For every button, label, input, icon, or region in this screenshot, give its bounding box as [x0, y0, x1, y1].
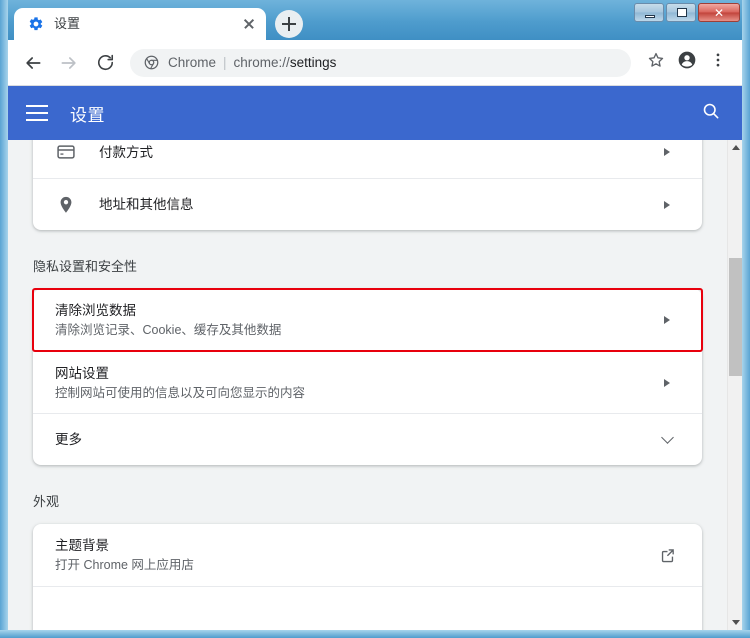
avatar-icon: [677, 50, 697, 75]
window-frame-left: [0, 0, 8, 638]
hamburger-menu-icon[interactable]: [26, 105, 48, 121]
chrome-icon: [144, 55, 159, 70]
window-controls: ✕: [634, 3, 740, 22]
row-title: 更多: [55, 432, 82, 447]
location-pin-icon: [55, 195, 77, 215]
maximize-button[interactable]: [666, 3, 696, 22]
omnibox-url-prefix: chrome://: [233, 55, 290, 70]
chevron-down-icon[interactable]: [654, 430, 680, 444]
omnibox-chip-label: Chrome: [168, 55, 217, 70]
triangle-down-icon: [731, 620, 740, 625]
chrome-menu-button[interactable]: [704, 49, 732, 77]
arrow-left-icon: [23, 53, 43, 73]
reload-button[interactable]: [90, 48, 120, 78]
omnibox-separator: |: [223, 55, 227, 70]
chevron-right-icon[interactable]: [654, 200, 680, 209]
omnibox-url: chrome://settings: [234, 55, 337, 70]
browser-toolbar: Chrome | chrome://settings: [8, 40, 742, 86]
window-frame-bottom: [0, 630, 750, 638]
star-icon: [647, 51, 665, 74]
omnibox-url-emphasis: settings: [289, 55, 337, 70]
settings-row-payment-methods[interactable]: 付款方式: [33, 140, 702, 178]
reload-icon: [96, 53, 115, 72]
gear-icon: [28, 16, 44, 32]
chevron-right-icon[interactable]: [654, 378, 680, 387]
search-icon: [701, 101, 721, 126]
privacy-card: 清除浏览数据 清除浏览记录、Cookie、缓存及其他数据 网站设置 控制网站可使…: [32, 288, 703, 465]
chevron-right-icon[interactable]: [654, 148, 680, 156]
credit-card-icon: [55, 142, 77, 162]
vertical-scrollbar[interactable]: [727, 140, 742, 630]
autofill-card: 付款方式 地址和其他信息: [33, 140, 702, 230]
appearance-card: 主题背景 打开 Chrome 网上应用店: [33, 524, 702, 630]
row-title: 付款方式: [99, 144, 153, 160]
close-icon: ✕: [713, 5, 725, 20]
row-text: 付款方式: [99, 143, 654, 162]
triangle-up-icon: [731, 145, 740, 150]
minimize-button[interactable]: [634, 3, 664, 22]
bookmark-button[interactable]: [642, 49, 670, 77]
section-heading-appearance: 外观: [33, 494, 60, 509]
row-text: 更多: [55, 430, 654, 449]
profile-button[interactable]: [673, 49, 701, 77]
settings-row-themes[interactable]: 主题背景 打开 Chrome 网上应用店: [33, 524, 702, 586]
row-subtitle: 清除浏览记录、Cookie、缓存及其他数据: [55, 323, 282, 337]
row-title: 网站设置: [55, 365, 109, 381]
row-text: 地址和其他信息: [99, 195, 654, 214]
forward-button[interactable]: [54, 48, 84, 78]
row-text: 网站设置 控制网站可使用的信息以及可向您显示的内容: [55, 364, 654, 402]
external-link-icon[interactable]: [654, 547, 680, 564]
browser-window: 设置 ✕ Chrome | chrome://settings 设置 付款方式 …: [0, 0, 750, 638]
section-heading-privacy: 隐私设置和安全性: [33, 259, 138, 274]
scroll-up-button[interactable]: [728, 140, 743, 155]
row-text: 主题背景 打开 Chrome 网上应用店: [55, 536, 654, 574]
browser-tab[interactable]: 设置: [14, 8, 266, 40]
row-title: 主题背景: [55, 538, 109, 553]
row-title: 清除浏览数据: [55, 303, 136, 318]
tab-title: 设置: [54, 16, 81, 31]
row-subtitle: 打开 Chrome 网上应用店: [55, 558, 194, 572]
settings-row-clear-browsing-data[interactable]: 清除浏览数据 清除浏览记录、Cookie、缓存及其他数据: [32, 288, 703, 352]
scrollbar-thumb[interactable]: [729, 258, 742, 376]
tab-strip: 设置 ✕: [0, 0, 750, 40]
back-button[interactable]: [18, 48, 48, 78]
settings-row-more[interactable]: 更多: [33, 413, 702, 465]
arrow-right-icon: [59, 53, 79, 73]
settings-row-site-settings[interactable]: 网站设置 控制网站可使用的信息以及可向您显示的内容: [33, 351, 702, 413]
search-settings-button[interactable]: [698, 100, 724, 126]
window-frame-right: [742, 0, 750, 638]
close-icon[interactable]: [240, 15, 258, 33]
settings-content: 付款方式 地址和其他信息 隐私设置和安全性 清除浏览数据 清除浏览记录、Cook…: [8, 140, 727, 630]
close-window-button[interactable]: ✕: [698, 3, 740, 22]
settings-header: 设置: [8, 86, 742, 140]
row-title: 地址和其他信息: [99, 197, 194, 212]
page-title: 设置: [70, 105, 105, 125]
minimize-icon: [645, 15, 655, 18]
chevron-right-icon[interactable]: [654, 316, 680, 324]
scroll-down-button[interactable]: [728, 615, 743, 630]
settings-row-addresses[interactable]: 地址和其他信息: [33, 178, 702, 230]
maximize-icon: [677, 8, 687, 17]
row-text: 清除浏览数据 清除浏览记录、Cookie、缓存及其他数据: [55, 301, 654, 339]
settings-row-placeholder[interactable]: [33, 586, 702, 630]
address-bar[interactable]: Chrome | chrome://settings: [130, 48, 631, 77]
new-tab-button[interactable]: [275, 10, 303, 38]
more-vertical-icon: [709, 51, 727, 74]
row-subtitle: 控制网站可使用的信息以及可向您显示的内容: [55, 385, 306, 400]
